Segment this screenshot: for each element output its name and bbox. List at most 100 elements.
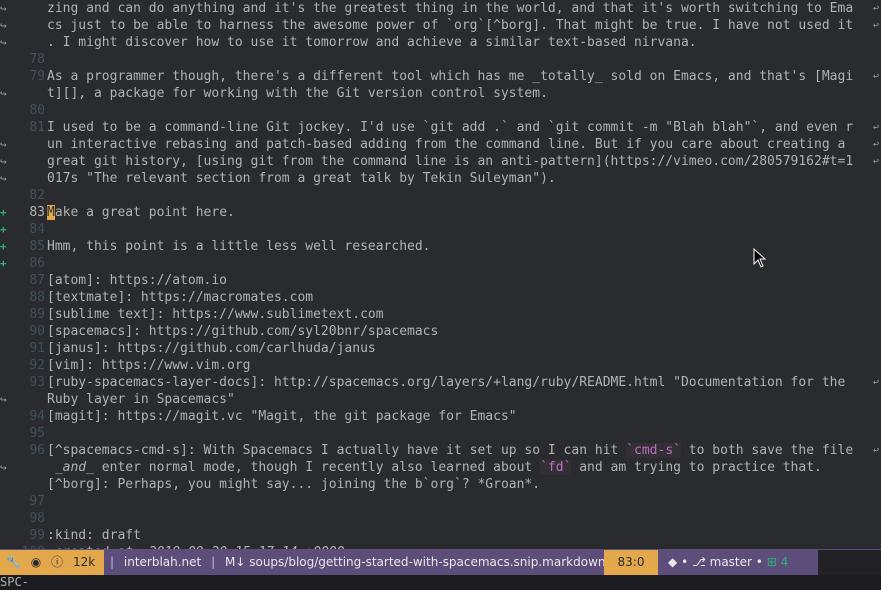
- wrap-continuation-icon: ↩: [873, 139, 880, 150]
- gutter: [0, 102, 10, 119]
- line-number: 85: [29, 239, 45, 254]
- branch-name: master: [709, 555, 752, 569]
- inline-code: `fd`: [540, 460, 572, 475]
- wrap-indicator-icon: ↪: [0, 461, 7, 474]
- editor-line[interactable]: ↪ . I might discover how to use it tomorr…: [0, 34, 881, 51]
- text-span: enter normal mode, though I recently als…: [93, 460, 541, 475]
- line-text: As a programmer though, there's a differ…: [47, 69, 854, 84]
- gutter: [0, 510, 10, 527]
- line-number: 82: [29, 188, 45, 203]
- line-text: cs just to be able to harness the awesom…: [47, 18, 854, 33]
- editor-line[interactable]: ↪ great git history, [using git from the …: [0, 153, 881, 170]
- text-span: [47, 460, 55, 475]
- editor-line[interactable]: 82: [0, 187, 881, 204]
- gutter: [0, 527, 10, 544]
- line-text: great git history, [using git from the c…: [47, 154, 854, 169]
- added-line-marker: +: [0, 257, 7, 270]
- added-lines-count: 4: [780, 555, 789, 569]
- text-span: and am trying to practice that.: [571, 460, 822, 475]
- echo-area: SPC-: [0, 575, 881, 590]
- line-number: 86: [29, 256, 45, 271]
- line-number: 81: [29, 120, 45, 135]
- editor-line[interactable]: 81 I used to be a command-line Git jockey…: [0, 119, 881, 136]
- wrap-indicator-icon: ↪: [0, 2, 7, 15]
- separator: •: [755, 555, 767, 569]
- editor-line[interactable]: 93 [ruby-spacemacs-layer-docs]: http://sp…: [0, 374, 881, 391]
- inline-code: `cmd-s`: [626, 443, 681, 458]
- wrap-indicator-icon: ↪: [0, 87, 7, 100]
- editor-line[interactable]: 97: [0, 493, 881, 510]
- editor-line[interactable]: 90 [spacemacs]: https://github.com/syl20b…: [0, 323, 881, 340]
- editor-line[interactable]: +85 Hmm, this point is a little less well…: [0, 238, 881, 255]
- line-text: 017s "The relevant section from a great …: [47, 171, 556, 186]
- added-lines-icon: ⊞: [766, 555, 777, 569]
- wrap-continuation-icon: ↩: [873, 20, 880, 31]
- line-text: t][], a package for working with the Git…: [47, 86, 548, 101]
- editor-line[interactable]: ↪ zing and can do anything and it's the g…: [0, 0, 881, 17]
- editor-line[interactable]: +84: [0, 221, 881, 238]
- line-number: 91: [29, 341, 45, 356]
- line-number: 84: [29, 222, 45, 237]
- line-text: [magit]: https://magit.vc "Magit, the gi…: [47, 409, 517, 424]
- editor-line[interactable]: 98: [0, 510, 881, 527]
- gutter: [0, 119, 10, 136]
- editor-line[interactable]: 95: [0, 425, 881, 442]
- editor-line[interactable]: 89 [sublime text]: https://www.sublimetex…: [0, 306, 881, 323]
- editor-line[interactable]: 88 [textmate]: https://macromates.com: [0, 289, 881, 306]
- gutter: [0, 289, 10, 306]
- italic-span: _and_: [54, 460, 94, 475]
- editor-line[interactable]: 87 [atom]: https://atom.io: [0, 272, 881, 289]
- editor-line[interactable]: 79 As a programmer though, there's a diff…: [0, 68, 881, 85]
- added-line-marker: +: [0, 223, 7, 236]
- editor-line[interactable]: 78: [0, 51, 881, 68]
- editor-line[interactable]: ↪ t][], a package for working with the Gi…: [0, 85, 881, 102]
- editor-line[interactable]: 99:kind: draft: [0, 527, 881, 544]
- editor-line[interactable]: ↪ Ruby layer in Spacemacs": [0, 391, 881, 408]
- gutter: [0, 51, 10, 68]
- line-text: Ruby layer in Spacemacs": [47, 392, 235, 407]
- line-text: [ruby-spacemacs-layer-docs]: http://spac…: [47, 375, 846, 390]
- editor-line[interactable]: 91 [janus]: https://github.com/carlhuda/j…: [0, 340, 881, 357]
- added-line-marker: +: [0, 240, 7, 253]
- editor-line[interactable]: ↪ 017s "The relevant section from a great…: [0, 170, 881, 187]
- editor-line[interactable]: 94 [magit]: https://magit.vc "Magit, the …: [0, 408, 881, 425]
- line-number: 80: [29, 103, 45, 118]
- gutter: [0, 442, 10, 459]
- gutter: [0, 476, 10, 493]
- editor-line[interactable]: ↪ un interactive rebasing and patch-based…: [0, 136, 881, 153]
- gutter: [0, 323, 10, 340]
- editor-line[interactable]: [^borg]: Perhaps, you might say... joini…: [0, 476, 881, 493]
- workspace-name: interblah.net: [123, 555, 202, 569]
- wrap-indicator-icon: ↪: [0, 393, 7, 406]
- wrap-indicator-icon: ↪: [0, 36, 7, 49]
- gutter: [0, 374, 10, 391]
- added-line-marker: +: [0, 206, 7, 219]
- text-span: [^spacemacs-cmd-s]: With Spacemacs I act…: [47, 443, 627, 458]
- cursor-position: 83:0: [604, 550, 658, 575]
- mode-line: 🔧 ◉ ⓘ 12k | interblah.net | M↓ soups/blo…: [0, 549, 881, 575]
- editor-line[interactable]: ↪ cs just to be able to harness the aweso…: [0, 17, 881, 34]
- editor-line[interactable]: 92 [vim]: https://www.vim.org: [0, 357, 881, 374]
- editor-line[interactable]: 80: [0, 102, 881, 119]
- editor-line[interactable]: +83 Make a great point here.: [0, 204, 881, 221]
- gutter: [0, 272, 10, 289]
- editor-line[interactable]: ↪ _and_ enter normal mode, though I rece…: [0, 459, 881, 476]
- editor-line[interactable]: +86: [0, 255, 881, 272]
- text-span: to both save the file: [680, 443, 854, 458]
- separator: |: [110, 555, 115, 569]
- mode-line-state: 🔧 ◉ ⓘ 12k: [0, 550, 104, 575]
- wrap-indicator-icon: ↪: [0, 155, 7, 168]
- separator: |: [211, 555, 216, 569]
- editor-buffer[interactable]: ↪ zing and can do anything and it's the g…: [0, 0, 881, 549]
- wrap-continuation-icon: ↩: [873, 122, 880, 133]
- line-text: Make a great point here.: [47, 205, 235, 220]
- line-text: [atom]: https://atom.io: [47, 273, 228, 288]
- wrap-continuation-icon: ↩: [873, 445, 880, 456]
- line-text: [vim]: https://www.vim.org: [47, 358, 251, 373]
- wrap-indicator-icon: ↪: [0, 138, 7, 151]
- editor-line[interactable]: 96 [^spacemacs-cmd-s]: With Spacemacs I a…: [0, 442, 881, 459]
- wrap-indicator-icon: ↪: [0, 19, 7, 32]
- line-number: 97: [29, 494, 45, 509]
- mode-line-end: [818, 550, 881, 575]
- line-text: I used to be a command-line Git jockey. …: [47, 120, 854, 135]
